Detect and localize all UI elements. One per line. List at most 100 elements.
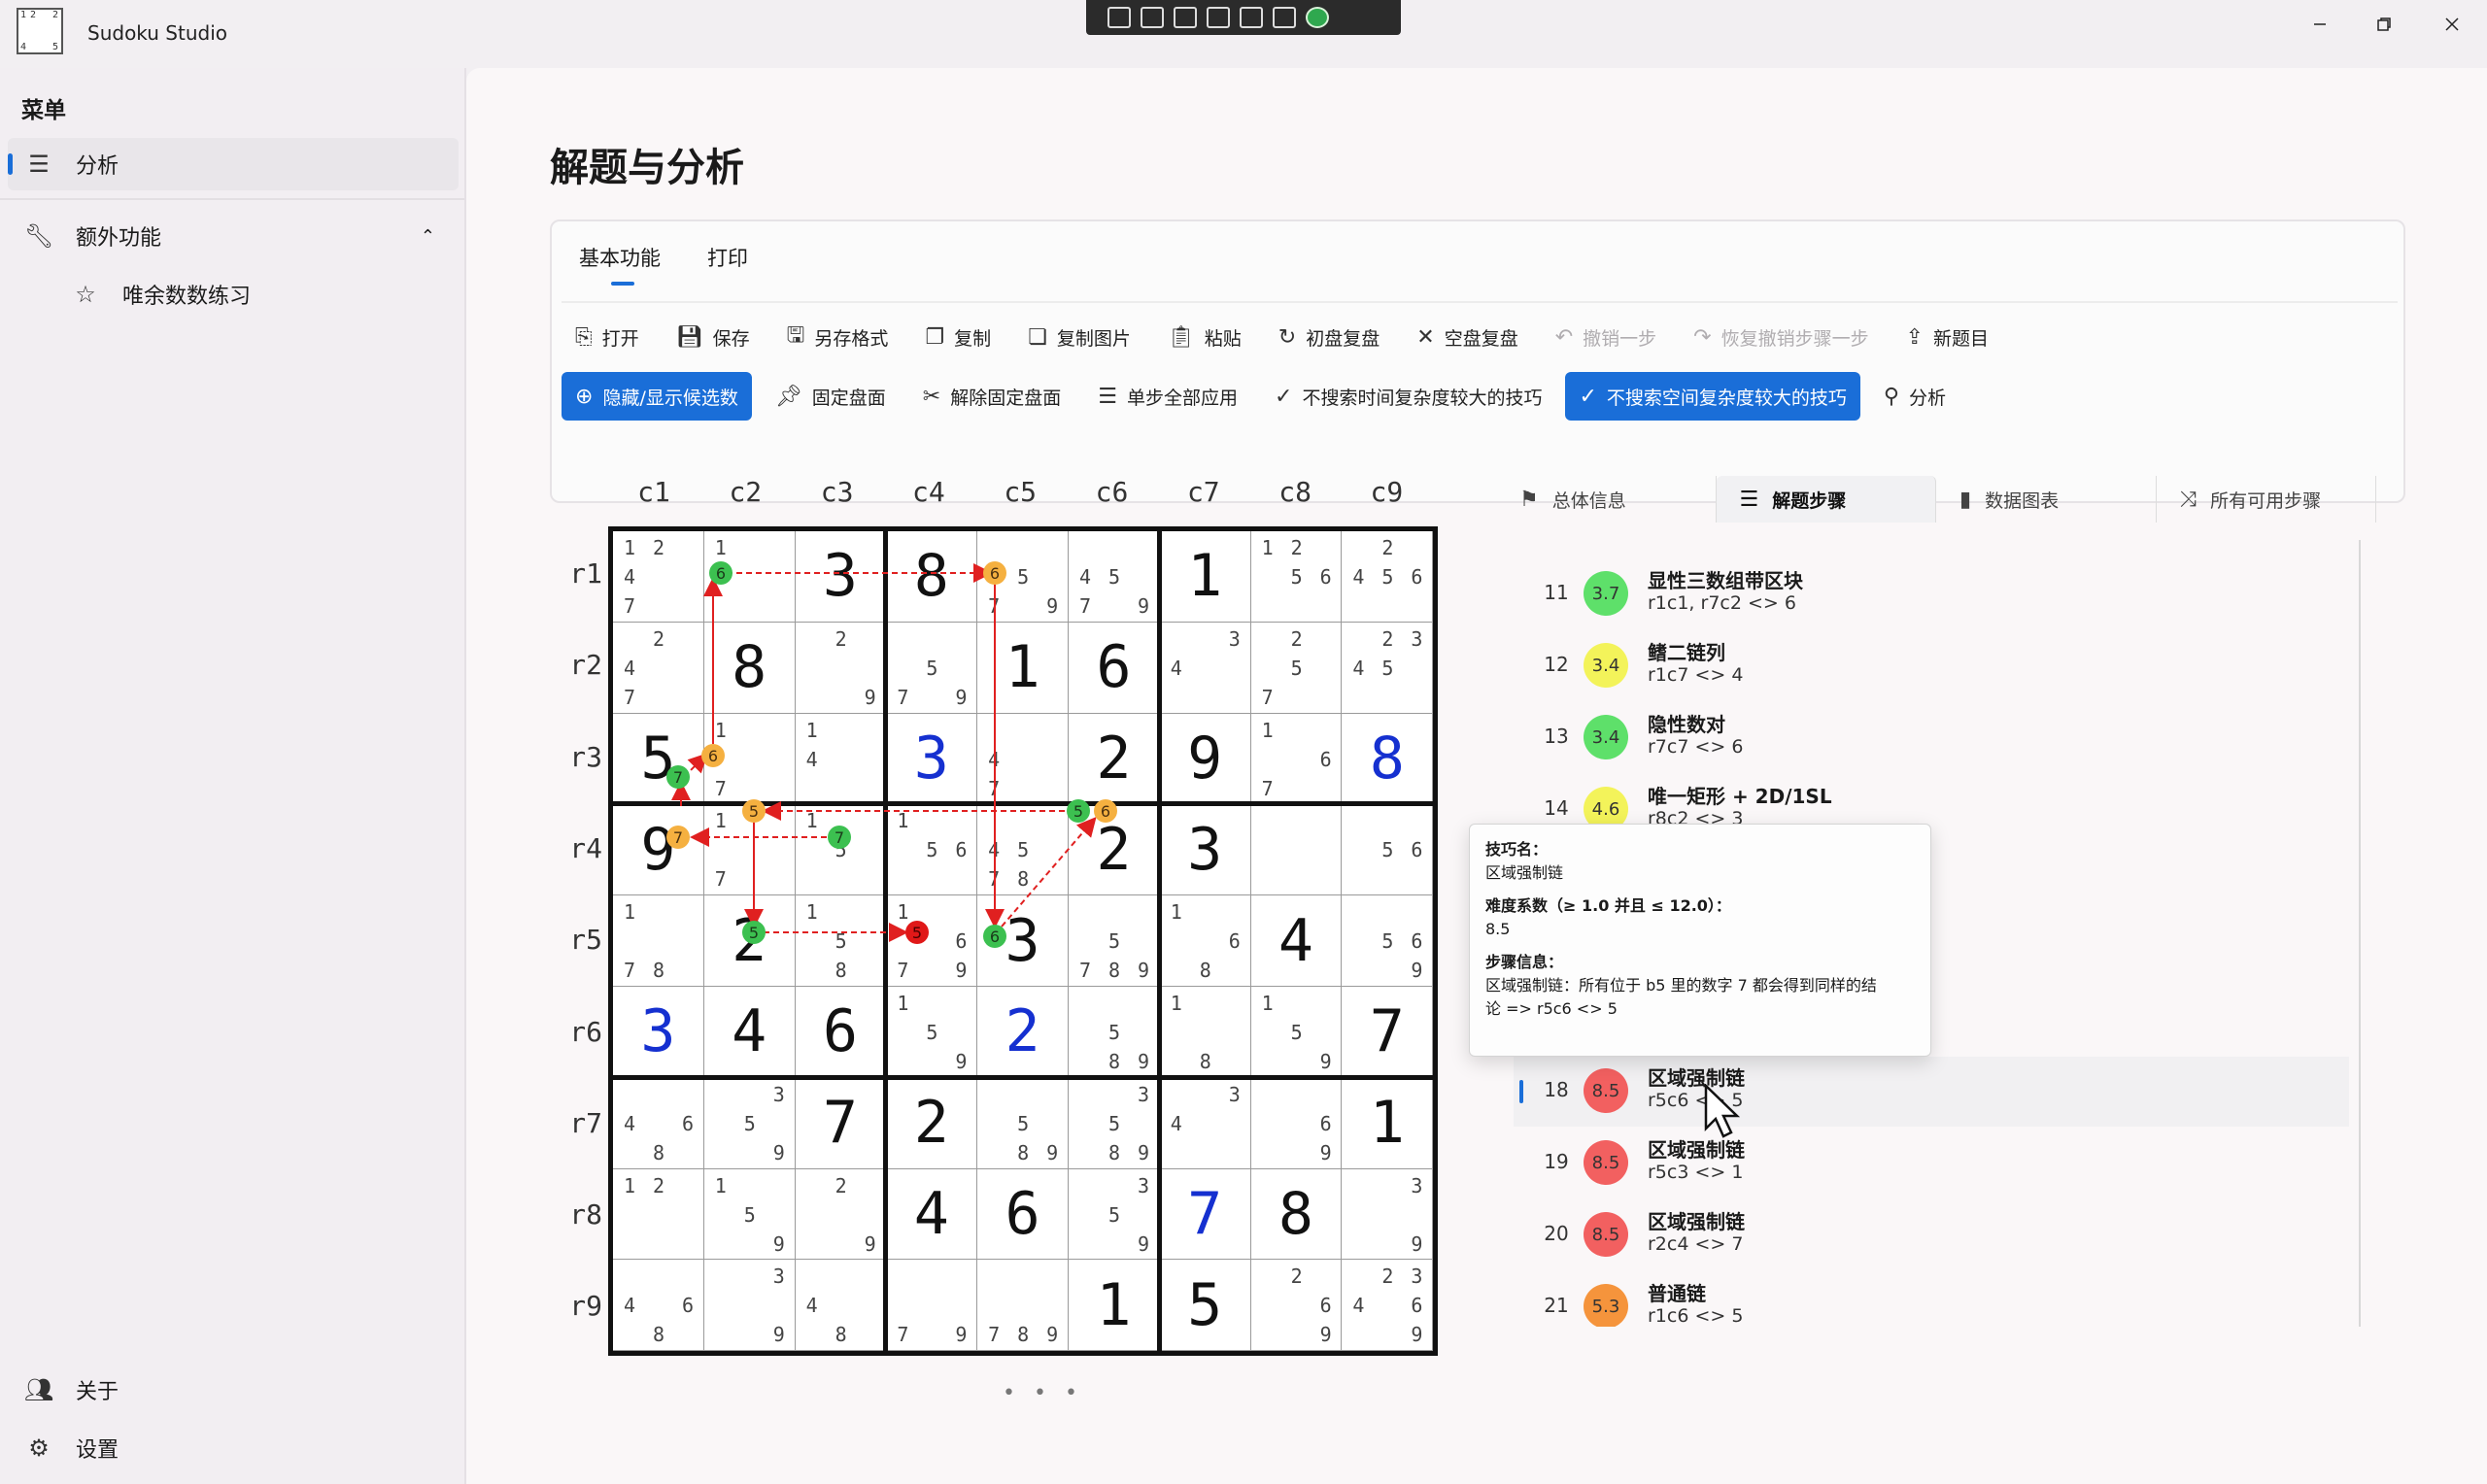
cell-r1c8[interactable]: 12 56 [1250,531,1343,623]
cell-r9c9[interactable]: 23 4 6 9 [1342,1260,1434,1352]
cell-r4c5[interactable]: 4578 [977,804,1069,896]
window-icon[interactable] [1240,7,1263,28]
cell-r6c4[interactable]: 159 [886,987,978,1078]
cell-r4c7[interactable]: 3 [1159,804,1251,896]
cell-r5c4[interactable]: 1679 [886,895,978,987]
cell-r3c2[interactable]: 17 [703,713,796,805]
cell-r9c2[interactable]: 39 [703,1260,796,1352]
cell-r4c6[interactable]: 2 [1069,804,1160,896]
cell-r2c8[interactable]: 2 57 [1250,622,1343,714]
cell-r1c3[interactable]: 3 [795,531,887,623]
cell-r6c9[interactable]: 7 [1342,987,1434,1078]
cell-r8c8[interactable]: 8 [1250,1168,1343,1261]
tab-print[interactable]: 打印 [707,243,748,286]
toolbar1-button-9[interactable]: ↷ 恢复撤销步骤一步 [1680,313,1882,361]
toolbar2-button-0[interactable]: ⊕ 隐藏/显示候选数 [562,372,752,421]
cell-r8c4[interactable]: 4 [886,1168,978,1261]
cell-r4c1[interactable]: 9 [613,804,704,896]
cell-r6c8[interactable]: 159 [1250,987,1343,1078]
cell-r2c6[interactable]: 6 [1069,622,1160,714]
analysis-tab-1[interactable]: ☰ 解题步骤 [1716,476,1936,523]
cell-r1c9[interactable]: 2456 [1342,531,1434,623]
cell-r9c3[interactable]: 48 [795,1260,887,1352]
cell-r4c4[interactable]: 156 [886,804,978,896]
toolbar2-button-6[interactable]: ⚲ 分析 [1870,372,1959,421]
cell-r5c2[interactable]: 2 [703,895,796,987]
cell-r1c5[interactable]: 457 9 [977,531,1069,623]
cell-r8c2[interactable]: 159 [703,1168,796,1261]
cell-r8c6[interactable]: 359 [1069,1168,1160,1261]
step-item[interactable]: 21 5.3 普通链 r1c6 <> 5 [1514,1272,2349,1327]
toolbar1-button-10[interactable]: ⇪ 新题目 [1892,313,2002,361]
region-icon[interactable] [1207,7,1230,28]
cell-r5c5[interactable]: 3 [977,895,1069,987]
cell-r2c4[interactable]: 57 9 [886,622,978,714]
cell-r1c2[interactable]: 1 [703,531,796,623]
cell-r1c1[interactable]: 124 7 [613,531,704,623]
analysis-tab-2[interactable]: ▮ 数据图表 [1936,476,2157,523]
cell-r5c1[interactable]: 1 78 [613,895,704,987]
cell-r4c2[interactable]: 17 [703,804,796,896]
cell-r8c9[interactable]: 39 [1342,1168,1434,1261]
cell-r9c5[interactable]: 789 [977,1260,1069,1352]
close-button[interactable] [2435,10,2470,39]
cell-r3c5[interactable]: 47 [977,713,1069,805]
toolbar1-button-3[interactable]: ❐ 复制 [911,313,1005,361]
cell-r9c8[interactable]: 26 9 [1250,1260,1343,1352]
cell-r7c2[interactable]: 359 [703,1077,796,1169]
sidebar-item-settings[interactable]: ⚙ 设置 [8,1422,459,1474]
analysis-tab-0[interactable]: ⚑ 总体信息 [1496,476,1717,523]
toolbar2-button-1[interactable]: 📌︎ 固定盘面 [762,372,900,421]
chevron-up-icon[interactable]: ⌃ [421,226,435,247]
cell-r4c8[interactable] [1250,804,1343,896]
sidebar-item-practice[interactable]: ☆ 唯余数数练习 [8,268,459,320]
analysis-tab-3[interactable]: ⤨ 所有可用步骤 [2157,476,2376,523]
step-item[interactable]: 13 3.4 隐性数对 r7c7 <> 6 [1514,703,2349,773]
toolbar1-button-2[interactable]: 🖫 另存格式 [773,313,903,361]
cell-r8c5[interactable]: 6 [977,1168,1069,1261]
cell-r3c7[interactable]: 9 [1159,713,1251,805]
cell-r9c6[interactable]: 1 [1069,1260,1160,1352]
cell-r9c7[interactable]: 5 [1159,1260,1251,1352]
toolbar1-button-5[interactable]: 📋︎ 粘贴 [1154,313,1255,361]
sidebar-item-analysis[interactable]: ☰ 分析 [8,138,459,190]
pager-dots[interactable]: • • • [1003,1381,1083,1405]
step-item[interactable]: 19 8.5 区域强制链 r5c3 <> 1 [1514,1129,2349,1198]
toolbar1-button-1[interactable]: 💾︎ 保存 [663,313,764,361]
cell-r7c6[interactable]: 35 89 [1069,1077,1160,1169]
minimize-button[interactable] [2302,10,2337,39]
cell-r2c2[interactable]: 8 [703,622,796,714]
cell-r5c3[interactable]: 15 8 [795,895,887,987]
toolbar1-button-7[interactable]: ✕ 空盘复盘 [1403,313,1531,361]
toolbar1-button-4[interactable]: ❏ 复制图片 [1014,313,1144,361]
step-item[interactable]: 20 8.5 区域强制链 r2c4 <> 7 [1514,1200,2349,1270]
step-item[interactable]: 12 3.4 鳍二链列 r1c7 <> 4 [1514,631,2349,701]
sidebar-item-about[interactable]: 👥︎ 关于 [8,1364,459,1416]
cell-r5c9[interactable]: 56 9 [1342,895,1434,987]
toolbar2-button-4[interactable]: ✓ 不搜索时间复杂度较大的技巧 [1261,372,1555,421]
step-item[interactable]: 18 8.5 区域强制链 r5c6 <> 5 [1514,1057,2349,1127]
toolbar1-button-6[interactable]: ↻ 初盘复盘 [1265,313,1393,361]
cell-r2c3[interactable]: 29 [795,622,887,714]
cell-r6c5[interactable]: 2 [977,987,1069,1078]
restore-button[interactable] [2367,10,2402,39]
cell-r5c7[interactable]: 1 68 [1159,895,1251,987]
cell-r8c1[interactable]: 12 [613,1168,704,1261]
cell-r6c6[interactable]: 5 89 [1069,987,1160,1078]
cell-r6c1[interactable]: 3 [613,987,704,1078]
cell-r3c1[interactable]: 5 [613,713,704,805]
cell-r9c1[interactable]: 4 68 [613,1260,704,1352]
cell-r2c7[interactable]: 34 [1159,622,1251,714]
cell-r1c6[interactable]: 457 9 [1069,531,1160,623]
cell-r8c3[interactable]: 29 [795,1168,887,1261]
cell-r2c5[interactable]: 1 [977,622,1069,714]
sudoku-grid[interactable]: 1247138457945791125624562478295791634257… [608,526,1438,1356]
toolbar1-button-0[interactable]: ⎘ 打开 [562,313,653,361]
cell-r2c1[interactable]: 24 7 [613,622,704,714]
capture-icon[interactable] [1107,7,1131,28]
toolbar1-button-8[interactable]: ↶ 撤销一步 [1542,313,1670,361]
cell-r7c5[interactable]: 5 89 [977,1077,1069,1169]
step-item[interactable]: 11 3.7 显性三数组带区块 r1c1, r7c2 <> 6 [1514,559,2349,629]
cell-r3c9[interactable]: 8 [1342,713,1434,805]
audio-icon[interactable] [1273,7,1296,28]
